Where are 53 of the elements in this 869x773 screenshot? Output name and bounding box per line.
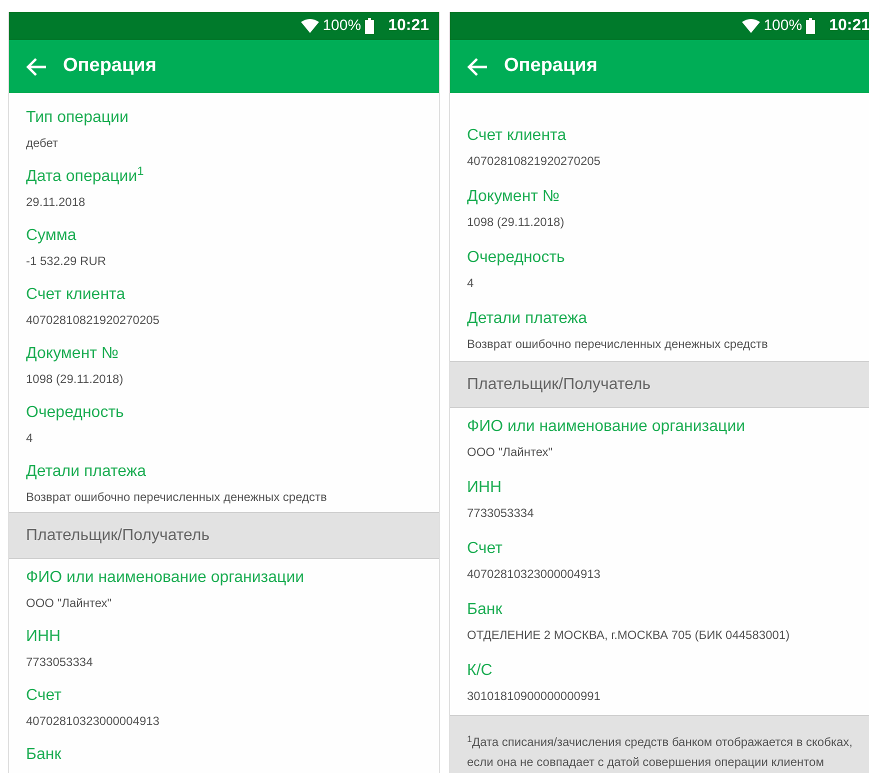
field-value: ООО "Лайнтех" — [467, 444, 554, 460]
back-arrow-icon[interactable] — [466, 56, 488, 76]
field-label: Сумма — [26, 226, 78, 246]
field-label: Тип операции — [26, 108, 130, 128]
field-label: Счет клиента — [467, 126, 568, 146]
field-label: ИНН — [467, 478, 503, 498]
field-value: 29.11.2018 — [26, 194, 86, 210]
field-value: ОТДЕЛЕНИЕ 2 МОСКВА, г.МОСКВА 705 (БИК 044583001) — [467, 627, 791, 643]
field-value: 1098 (29.11.2018) — [467, 214, 566, 230]
field-value: 4 — [26, 430, 34, 446]
field-value: 40702810323000004913 — [26, 713, 160, 729]
field-value: 40702810323000004913 — [467, 566, 602, 582]
screen-title: Операция — [63, 54, 156, 78]
field-value: Возврат ошибочно перечисленных денежных средств — [26, 489, 328, 505]
field-label: Счет — [467, 539, 504, 559]
field-label: ИНН — [26, 627, 62, 647]
back-arrow-icon[interactable] — [25, 56, 47, 76]
field-label: Счет клиента — [26, 285, 126, 305]
field-label: ФИО или наименование организации — [467, 417, 746, 437]
field-label: Документ № — [467, 187, 561, 207]
section-header: Плательщик/Получатель — [9, 512, 439, 559]
field-value: 7733053334 — [467, 505, 535, 521]
field-value: 4 — [467, 275, 475, 291]
field-label: Дата операции$^{1}$ — [26, 166, 145, 187]
field-label: Банк — [467, 600, 504, 620]
field-value: ООО "Лайнтех" — [26, 595, 113, 611]
field-label: ФИО или наименование организации — [26, 568, 306, 588]
field-value: 30101810900000000991 — [467, 688, 602, 704]
field-label: Очередность — [26, 403, 125, 423]
field-label: Банк — [26, 745, 62, 765]
field-value: 7733053334 — [26, 654, 94, 670]
field-value: -1 532.29 RUR — [26, 253, 108, 269]
field-label: Счет — [26, 686, 62, 706]
screen-title: Операция — [504, 54, 598, 78]
field-value: Возврат ошибочно перечисленных денежных средств — [467, 336, 769, 352]
field-value: 1098 (29.11.2018) — [26, 371, 124, 387]
section-header: Плательщик/Получатель — [450, 361, 869, 408]
field-value: 40702810821920270205 — [26, 312, 160, 328]
battery-icon — [365, 18, 374, 34]
field-label: Детали платежа — [467, 309, 588, 329]
field-value: 40702810821920270205 — [467, 153, 602, 169]
clock: 10:21 — [388, 16, 429, 36]
battery-icon — [806, 18, 816, 34]
field-label: Очередность — [467, 248, 566, 268]
battery-percent: 100% — [322, 16, 362, 36]
battery-percent: 100% — [764, 16, 802, 36]
field-value: дебет — [26, 135, 60, 151]
field-label: Документ № — [26, 344, 120, 364]
wifi-icon — [742, 19, 760, 33]
field-label: К/С — [467, 661, 494, 681]
wifi-icon — [300, 19, 319, 33]
field-label: Детали платежа — [26, 462, 147, 482]
footnote: $^{1}$Дата списания/зачисления средств банком отображается в скобках, если она не совпадает с датой совершения операции клиентом — [450, 715, 869, 773]
